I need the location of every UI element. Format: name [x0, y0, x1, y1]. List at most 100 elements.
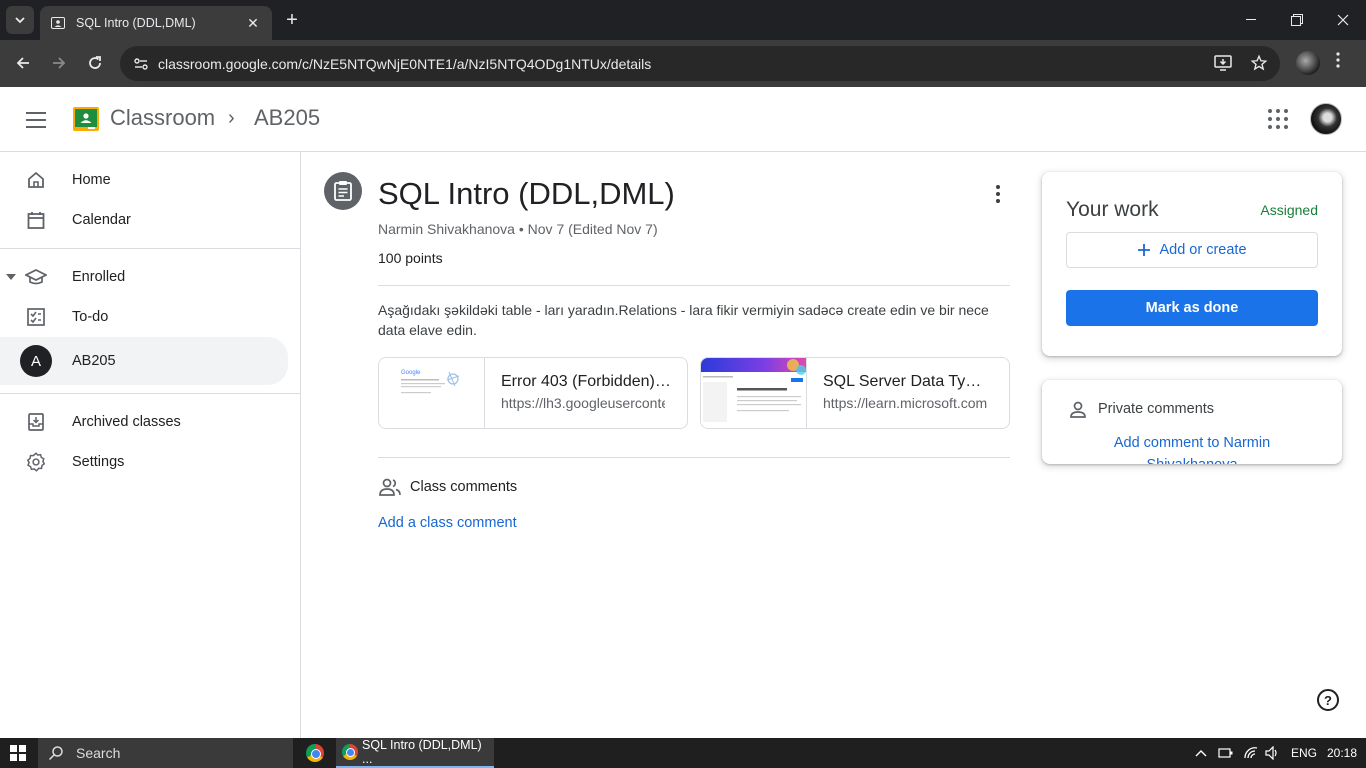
assignment-description: Aşağıdakı şəkildəki table - ları yaradın…	[378, 302, 989, 338]
archive-icon	[24, 410, 48, 434]
browser-tabbar: SQL Intro (DDL,DML) ✕ +	[0, 0, 1366, 40]
calendar-icon	[24, 208, 48, 232]
attachment-info: Error 403 (Forbidden)!!1 https://lh3.goo…	[485, 358, 671, 428]
browser-toolbar: classroom.google.com/c/NzE5NTQwNjE0NTE1/…	[0, 40, 1366, 87]
sidebar-item-label: Calendar	[72, 212, 131, 228]
your-work-card: Your work Assigned Add or create Mark as…	[1042, 172, 1342, 356]
graduation-cap-icon	[24, 265, 48, 289]
sidebar-item-enrolled[interactable]: Enrolled	[0, 257, 288, 297]
assignment-icon	[324, 172, 362, 210]
svg-text:Google: Google	[401, 370, 421, 376]
reload-button[interactable]	[80, 48, 110, 78]
search-icon	[48, 746, 63, 761]
assignment-title: SQL Intro (DDL,DML)	[378, 176, 675, 211]
windows-start-icon[interactable]	[10, 745, 26, 761]
sidebar: Home Calendar Enrolled To-do A AB205 Arc…	[0, 152, 301, 738]
mark-as-done-button[interactable]: Mark as done	[1066, 290, 1318, 326]
restore-button[interactable]	[1274, 0, 1320, 40]
sidebar-item-calendar[interactable]: Calendar	[0, 200, 288, 240]
attachment-title: SQL Server Data Type Mappings	[823, 373, 985, 390]
classroom-favicon-icon	[50, 15, 66, 31]
sidebar-divider	[0, 248, 300, 249]
close-tab-icon[interactable]: ✕	[244, 14, 262, 32]
wifi-icon[interactable]	[1243, 738, 1259, 768]
meta-separator: •	[518, 221, 528, 237]
taskbar-chrome-window[interactable]: SQL Intro (DDL,DML) ...	[336, 738, 494, 768]
attachment-card[interactable]: Google Error 403 (Forbidden)!!1 https://…	[378, 357, 688, 429]
taskbar-search-label: Search	[76, 745, 121, 761]
taskbar-window-title: SQL Intro (DDL,DML) ...	[362, 738, 482, 766]
browser-tab[interactable]: SQL Intro (DDL,DML) ✕	[40, 6, 272, 40]
tray-overflow-icon[interactable]	[1195, 738, 1207, 768]
sidebar-item-todo[interactable]: To-do	[0, 297, 288, 337]
add-or-create-label: Add or create	[1159, 242, 1247, 258]
private-comments-label: Private comments	[1098, 401, 1215, 417]
assignment-meta: Narmin Shivakhanova • Nov 7 (Edited Nov …	[378, 221, 658, 237]
google-apps-icon[interactable]	[1268, 109, 1288, 129]
chevron-down-icon	[15, 17, 25, 24]
app-header: Classroom › AB205	[0, 87, 1366, 152]
assignment-points: 100 points	[378, 250, 443, 266]
attachment-card[interactable]: SQL Server Data Type Mappings https://le…	[700, 357, 1010, 429]
taskbar-search[interactable]: Search	[38, 738, 293, 768]
chrome-pinned-icon[interactable]	[306, 744, 324, 762]
sidebar-item-label: Settings	[72, 454, 125, 470]
sidebar-item-label: Archived classes	[72, 414, 181, 430]
address-bar[interactable]: classroom.google.com/c/NzE5NTQwNjE0NTE1/…	[120, 46, 1280, 81]
attachment-url: https://lh3.googleusercontent.com	[501, 395, 665, 411]
people-icon	[379, 478, 401, 496]
minimize-button[interactable]	[1228, 0, 1274, 40]
account-avatar[interactable]	[1310, 103, 1342, 135]
author-name: Narmin Shivakhanova	[378, 221, 515, 237]
comments-divider	[378, 457, 1010, 458]
battery-plug-icon[interactable]	[1218, 738, 1234, 768]
your-work-title: Your work	[1066, 198, 1159, 221]
url-text: classroom.google.com/c/NzE5NTQwNjE0NTE1/…	[158, 55, 652, 72]
reload-icon	[89, 56, 101, 69]
sidebar-item-ab205[interactable]: A AB205	[0, 337, 288, 385]
person-icon	[1070, 401, 1086, 418]
clock[interactable]: 20:18	[1327, 738, 1357, 768]
attachment-info: SQL Server Data Type Mappings https://le…	[807, 358, 987, 428]
more-options-icon[interactable]	[986, 182, 1010, 206]
help-icon[interactable]: ?	[1317, 689, 1339, 711]
tab-title: SQL Intro (DDL,DML)	[76, 16, 196, 30]
gear-icon	[24, 450, 48, 474]
volume-icon[interactable]	[1265, 738, 1281, 768]
breadcrumb-class-link[interactable]: AB205	[254, 105, 320, 131]
back-button[interactable]	[8, 48, 38, 78]
arrow-right-icon	[53, 57, 66, 69]
browser-menu-icon[interactable]	[1336, 52, 1340, 73]
app-name-link[interactable]: Classroom	[110, 105, 215, 131]
install-app-icon[interactable]	[1212, 52, 1234, 74]
assignment-date: Nov 7 (Edited Nov 7)	[527, 221, 658, 237]
new-tab-button[interactable]: +	[280, 8, 304, 32]
class-comments-label: Class comments	[410, 479, 518, 495]
tab-search-button[interactable]	[6, 6, 34, 34]
sidebar-item-settings[interactable]: Settings	[0, 442, 288, 482]
sidebar-item-archived[interactable]: Archived classes	[0, 402, 288, 442]
add-class-comment-link[interactable]: Add a class comment	[378, 515, 517, 531]
sidebar-item-label: To-do	[72, 309, 109, 325]
bookmark-star-icon[interactable]	[1248, 52, 1270, 74]
sidebar-divider	[0, 393, 300, 394]
plus-icon	[1138, 244, 1151, 256]
todo-checklist-icon	[24, 305, 48, 329]
site-info-icon[interactable]	[130, 53, 152, 75]
add-or-create-button[interactable]: Add or create	[1066, 232, 1318, 268]
language-indicator[interactable]: ENG	[1291, 738, 1317, 768]
attachment-url: https://learn.microsoft.com	[823, 395, 987, 411]
close-window-button[interactable]	[1320, 0, 1366, 40]
chrome-icon	[342, 744, 358, 760]
sidebar-item-home[interactable]: Home	[0, 160, 288, 200]
attachment-thumbnail: Google	[379, 358, 485, 428]
add-private-comment-link[interactable]: Add comment to Narmin Shivakhanova	[1082, 432, 1302, 464]
browser-profile-avatar[interactable]	[1296, 51, 1320, 75]
header-divider	[378, 285, 1010, 286]
sidebar-item-label: Enrolled	[72, 269, 126, 285]
sidebar-item-label: Home	[72, 172, 111, 188]
forward-button[interactable]	[44, 48, 74, 78]
main-menu-icon[interactable]	[24, 108, 48, 132]
os-taskbar: Search SQL Intro (DDL,DML) ... ENG 20:18	[0, 738, 1366, 768]
sidebar-item-label: AB205	[72, 353, 116, 369]
